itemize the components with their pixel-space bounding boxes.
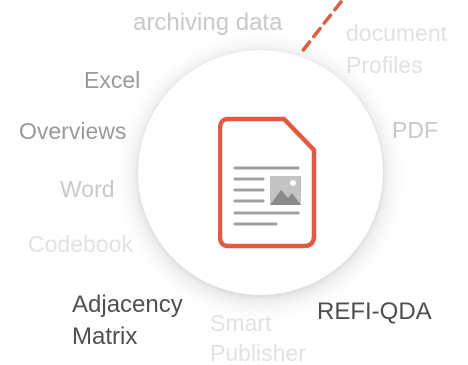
label-excel: Excel [84,67,141,93]
label-archiving-data: archiving data [133,9,283,36]
document-image-icon [218,116,317,249]
label-codebook: Codebook [28,231,133,257]
label-document: document [346,20,448,46]
label-pdf: PDF [392,117,438,143]
label-overviews: Overviews [19,118,127,144]
label-word: Word [60,176,115,202]
label-adjacency: Adjacency [72,291,183,318]
export-formats-diagram: archiving data document Profiles Excel P… [0,0,468,365]
label-profiles: Profiles [346,52,423,78]
label-refi-qda: REFI-QDA [317,298,432,325]
label-publisher: Publisher [210,340,306,365]
label-smart: Smart [210,310,272,336]
label-matrix: Matrix [72,323,138,350]
